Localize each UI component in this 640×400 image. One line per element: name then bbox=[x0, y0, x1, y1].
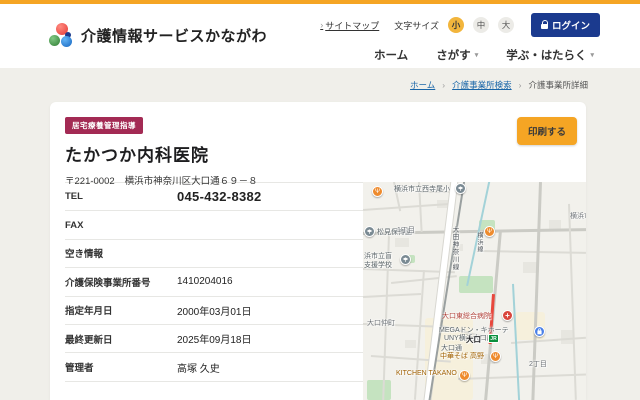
nav-learn-work-label: 学ぶ・はたらく bbox=[506, 50, 587, 62]
map-label-city: 横浜市 bbox=[570, 213, 586, 220]
postal-code: 〒221-0002 bbox=[65, 176, 115, 187]
header-right: › サイトマップ 文字サイズ 小 中 大 ログイン ホーム さがす ▾ 学ぶ・はたら… bbox=[320, 4, 600, 68]
row-value: 045-432-8382 bbox=[177, 189, 262, 205]
brand-title: 介護情報サービスかながわ bbox=[81, 27, 268, 45]
table-row: 指定年月日 2000年03月01日 bbox=[65, 297, 363, 325]
map-label-rail-name: 横浜線 bbox=[476, 232, 482, 253]
school-marker-icon[interactable] bbox=[400, 254, 411, 265]
map-label-station: 大口 bbox=[466, 335, 481, 344]
row-value: 2000年03月01日 bbox=[177, 306, 252, 318]
facility-name: たかつか内科医院 bbox=[65, 146, 209, 165]
map-park bbox=[367, 380, 391, 400]
restaurant-marker-icon[interactable]: Ψ bbox=[459, 370, 470, 381]
map-park bbox=[459, 276, 493, 293]
lock-icon bbox=[540, 20, 548, 29]
cross-glyph: + bbox=[505, 310, 510, 320]
map-label-road-name: 大田神奈川線 bbox=[451, 226, 458, 271]
restaurant-marker-icon[interactable]: Ψ bbox=[490, 351, 501, 362]
table-row: FAX bbox=[65, 211, 363, 240]
breadcrumb-band: ホーム › 介護事業所検索 › 介護事業所詳細 bbox=[0, 68, 640, 102]
fork-glyph: Ψ bbox=[486, 228, 492, 235]
nav-learn-work[interactable]: 学ぶ・はたらく ▾ bbox=[506, 47, 594, 63]
location-map[interactable]: 横浜市立西寺尾小 松見保育園 浜市立盲 支援学校 1丁目 2丁目 横浜市 大田神… bbox=[363, 182, 586, 400]
breadcrumb-separator-icon: › bbox=[442, 80, 446, 90]
row-label: 指定年月日 bbox=[65, 306, 113, 318]
site-header: 介護情報サービスかながわ › サイトマップ 文字サイズ 小 中 大 ログイン ホー… bbox=[0, 4, 640, 68]
nav-search[interactable]: さがす ▾ bbox=[436, 47, 478, 63]
map-label-hospital: 大口東総合病院 bbox=[442, 313, 491, 320]
chevron-right-icon: › bbox=[320, 20, 324, 30]
map-label-blind-school: 支援学校 bbox=[364, 262, 392, 269]
jr-station-icon[interactable]: JR bbox=[488, 334, 499, 343]
map-label-district: 大口仲町 bbox=[367, 320, 395, 327]
service-type-badge: 居宅療養管理指導 bbox=[65, 117, 143, 134]
map-label-restaurant: KITCHEN TAKANO bbox=[396, 370, 457, 377]
fork-glyph: Ψ bbox=[461, 372, 467, 379]
breadcrumb-home[interactable]: ホーム bbox=[410, 79, 435, 91]
caret-down-icon: ▾ bbox=[474, 52, 479, 59]
map-building bbox=[395, 238, 409, 247]
row-label: TEL bbox=[65, 191, 83, 203]
login-label: ログイン bbox=[551, 21, 590, 32]
restaurant-marker-icon[interactable]: Ψ bbox=[484, 226, 495, 237]
map-road bbox=[458, 373, 586, 380]
row-value: 高塚 久史 bbox=[177, 363, 220, 375]
map-road bbox=[363, 292, 422, 298]
row-label: 空き情報 bbox=[65, 249, 104, 261]
map-label-district: 2丁目 bbox=[529, 361, 547, 368]
breadcrumb: ホーム › 介護事業所検索 › 介護事業所詳細 bbox=[410, 79, 588, 91]
nav-home-label: ホーム bbox=[374, 50, 409, 62]
map-road bbox=[568, 203, 577, 400]
sitemap-link[interactable]: › サイトマップ bbox=[320, 19, 379, 32]
address-text: 横浜市神奈川区大口通６９－８ bbox=[124, 176, 258, 187]
sitemap-label: サイトマップ bbox=[325, 20, 380, 31]
row-label: 介護保険事業所番号 bbox=[65, 277, 151, 289]
main-nav: ホーム さがす ▾ 学ぶ・はたらく ▾ bbox=[374, 47, 600, 63]
table-row: TEL 045-432-8382 bbox=[65, 183, 363, 212]
nav-home[interactable]: ホーム bbox=[374, 47, 408, 63]
row-label: FAX bbox=[65, 219, 84, 231]
fork-glyph: Ψ bbox=[492, 353, 498, 360]
map-label-district: 1丁目 bbox=[397, 227, 415, 234]
table-row: 最終更新日 2025年09月18日 bbox=[65, 325, 363, 354]
fork-glyph: Ψ bbox=[374, 188, 380, 195]
school-marker-icon[interactable] bbox=[364, 226, 375, 237]
row-label: 最終更新日 bbox=[65, 334, 113, 346]
caret-down-icon: ▾ bbox=[590, 52, 594, 59]
font-size-small-button[interactable]: 小 bbox=[447, 17, 464, 33]
print-button[interactable]: 印刷する bbox=[516, 117, 577, 145]
row-value: 2025年09月18日 bbox=[177, 335, 252, 347]
map-building bbox=[405, 340, 416, 348]
restaurant-marker-icon[interactable]: Ψ bbox=[372, 186, 383, 197]
breadcrumb-search[interactable]: 介護事業所検索 bbox=[452, 79, 512, 91]
shopping-marker-icon[interactable] bbox=[534, 326, 545, 337]
font-size-label: 文字サイズ bbox=[394, 20, 439, 31]
login-button[interactable]: ログイン bbox=[530, 13, 600, 37]
school-marker-icon[interactable] bbox=[455, 183, 466, 194]
row-label: 管理者 bbox=[65, 363, 94, 375]
row-value: 1410204016 bbox=[177, 276, 233, 288]
facility-info-table: TEL 045-432-8382 FAX 空き情報 介護保険事業所番号 1410… bbox=[65, 182, 363, 400]
table-row: 管理者 高塚 久史 bbox=[65, 353, 363, 382]
card-header: 居宅療養管理指導 たかつか内科医院 〒221-0002 横浜市神奈川区大口通６９… bbox=[50, 102, 586, 187]
hospital-marker-icon[interactable]: + bbox=[502, 310, 513, 321]
brand[interactable]: 介護情報サービスかながわ bbox=[48, 18, 267, 52]
map-road bbox=[413, 270, 425, 400]
card-body: TEL 045-432-8382 FAX 空き情報 介護保険事業所番号 1410… bbox=[50, 182, 586, 400]
map-label-restaurant: 中華そば 高野 bbox=[440, 353, 484, 360]
breadcrumb-separator-icon: › bbox=[518, 80, 522, 90]
facility-detail-card: 居宅療養管理指導 たかつか内科医院 〒221-0002 横浜市神奈川区大口通６９… bbox=[50, 102, 586, 400]
nav-search-label: さがす bbox=[436, 50, 471, 62]
table-row: 介護保険事業所番号 1410204016 bbox=[65, 268, 363, 297]
jr-glyph: JR bbox=[490, 335, 497, 342]
utility-row: › サイトマップ 文字サイズ 小 中 大 ログイン bbox=[320, 13, 600, 37]
map-label-school: 横浜市立西寺尾小 bbox=[394, 186, 450, 193]
font-size-large-button[interactable]: 大 bbox=[497, 17, 514, 33]
breadcrumb-current: 介護事業所詳細 bbox=[528, 80, 588, 90]
brand-logo-icon bbox=[48, 22, 74, 48]
font-size-medium-button[interactable]: 中 bbox=[472, 17, 489, 33]
table-row: 空き情報 bbox=[65, 240, 363, 269]
